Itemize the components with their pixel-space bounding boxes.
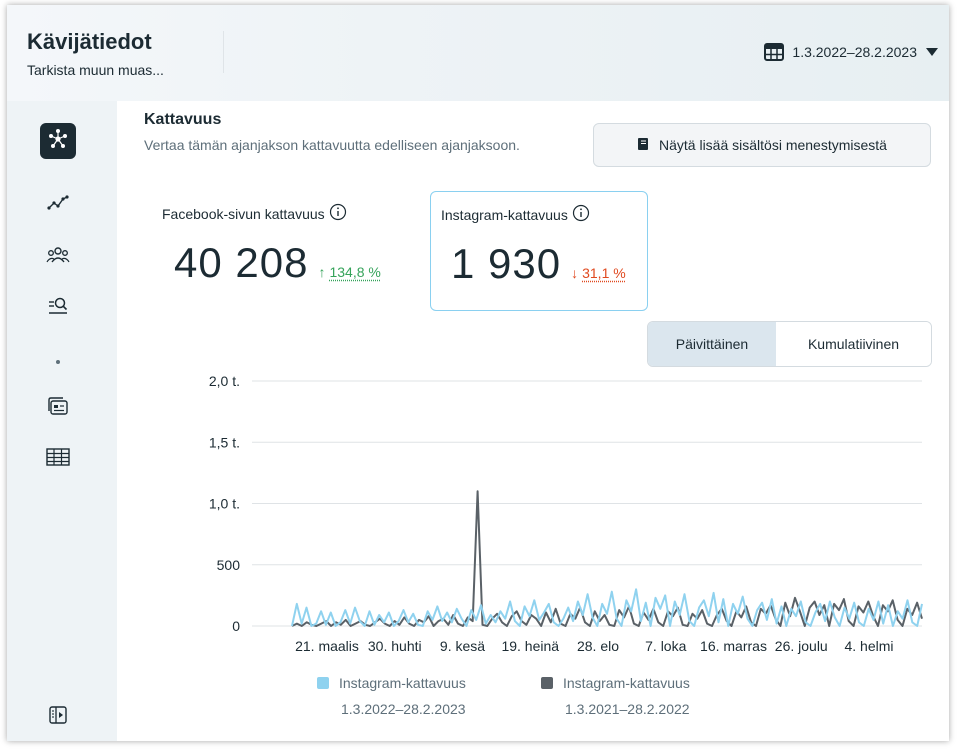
x-tick-label: 28. elo [577,638,619,654]
x-tick-label: 9. kesä [440,638,485,654]
reach-line-chart: 0 500 1,0 t. 1,5 t. 2,0 t. 21. maalis 30. huht… [209,373,923,654]
date-range-picker[interactable]: 1.3.2022–28.2.2023 [764,43,939,61]
header-bar: Kävijätiedot Tarkista muun muas... 1.3.2… [7,5,949,101]
instagram-reach-card[interactable]: Instagram-kattavuus 1 930 ↓ 31,1 % [430,191,648,311]
legend-item-previous[interactable]: Instagram-kattavuus 1.3.2021–28.2.2022 [541,675,761,717]
arrow-up-icon: ↑ [318,264,326,280]
page-title: Kävijätiedot [27,29,152,54]
sidebar-item-table[interactable] [40,441,76,477]
sidebar [7,101,117,741]
sidebar-item-more[interactable] [40,343,76,379]
arrow-down-icon: ↓ [571,265,579,281]
facebook-reach-value: 40 208 [174,239,309,286]
instagram-reach-value: 1 930 [451,240,562,287]
sidebar-item-audience[interactable] [40,239,76,275]
x-tick-label: 7. loka [645,638,686,654]
show-more-performance-button[interactable]: Näytä lisää sisältösi menestymisestä [593,123,931,167]
sidebar-item-cards[interactable] [40,391,76,427]
instagram-reach-delta: ↓ 31,1 % [571,265,626,281]
info-icon[interactable] [572,204,590,225]
legend-swatch-current [317,677,329,689]
y-tick-label: 1,0 t. [209,496,240,512]
dot-icon [55,352,61,370]
y-tick-label: 0 [232,618,240,634]
legend-label-previous: Instagram-kattavuus [563,675,690,691]
trend-icon [47,194,69,217]
facebook-reach-delta-value: 134,8 % [329,264,381,280]
main-content: Kattavuus Vertaa tämän ajanjakson kattav… [117,101,949,741]
facebook-reach-card[interactable]: Facebook-sivun kattavuus 40 208 ↑ 134,8 … [144,191,414,311]
x-tick-label: 26. joulu [775,638,828,654]
app-window: Kävijätiedot Tarkista muun muas... 1.3.2… [7,5,949,741]
table-icon [46,447,70,471]
info-icon[interactable] [329,203,347,224]
page-subtitle: Tarkista muun muas... [27,62,164,78]
calendar-icon [764,43,785,61]
sidebar-collapse-button[interactable] [40,699,76,735]
y-tick-label: 2,0 t. [209,373,240,389]
y-tick-label: 1,5 t. [209,434,240,450]
legend-label-current: Instagram-kattavuus [339,675,466,691]
collapse-icon [48,705,68,730]
header-divider [223,31,224,73]
toggle-cumulative[interactable]: Kumulatiivinen [776,322,931,366]
audience-icon [46,245,70,270]
chart-legend: Instagram-kattavuus 1.3.2022–28.2.2023 I… [317,675,757,735]
x-tick-label: 16. marras [700,638,767,654]
show-more-label: Näytä lisää sisältösi menestymisestä [659,137,887,153]
sidebar-item-content-search[interactable] [40,289,76,325]
book-icon [637,137,649,154]
section-description: Vertaa tämän ajanjakson kattavuutta edel… [144,137,520,153]
overview-icon [47,128,69,155]
toggle-daily[interactable]: Päivittäinen [648,322,776,366]
x-tick-label: 30. huhti [368,638,422,654]
sidebar-item-trends[interactable] [40,187,76,223]
legend-range-previous: 1.3.2021–28.2.2022 [565,701,690,717]
cards-icon [47,396,69,423]
legend-item-current[interactable]: Instagram-kattavuus 1.3.2022–28.2.2023 [317,675,537,717]
caret-down-icon [925,47,939,57]
legend-swatch-previous [541,677,553,689]
x-tick-label: 4. helmi [844,638,893,654]
facebook-reach-delta: ↑ 134,8 % [318,264,380,280]
date-range-label: 1.3.2022–28.2.2023 [792,44,917,60]
section-title: Kattavuus [144,111,222,128]
sidebar-item-overview[interactable] [40,123,76,159]
content-search-icon [47,294,69,321]
view-toggle: Päivittäinen Kumulatiivinen [647,321,932,367]
x-tick-label: 19. heinä [501,638,559,654]
instagram-reach-delta-value: 31,1 % [582,265,626,281]
facebook-reach-label: Facebook-sivun kattavuus [162,205,325,222]
y-tick-label: 500 [217,557,241,573]
instagram-reach-label: Instagram-kattavuus [441,206,568,223]
legend-range-current: 1.3.2022–28.2.2023 [341,701,466,717]
x-tick-label: 21. maalis [295,638,359,654]
series-line-previous [291,490,923,627]
